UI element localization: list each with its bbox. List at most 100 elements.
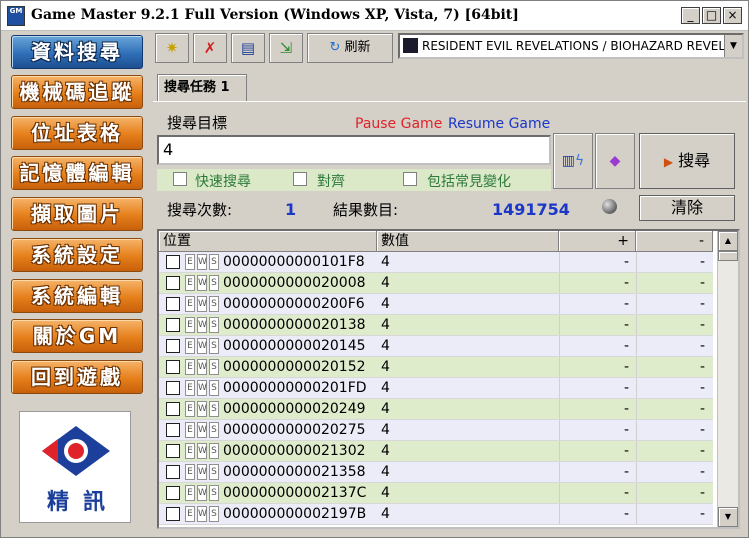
flag-s-icon[interactable]: S xyxy=(209,464,219,480)
nav-system-settings[interactable]: 系統設定 xyxy=(11,238,143,272)
row-checkbox[interactable] xyxy=(166,486,180,500)
flag-w-icon[interactable]: W xyxy=(197,338,207,354)
row-checkbox[interactable] xyxy=(166,465,180,479)
flag-e-icon[interactable]: E xyxy=(185,422,195,438)
table-row[interactable]: E W S 0000000000020152 4 - - xyxy=(159,357,713,378)
search-type-button[interactable]: ▥ϟ xyxy=(553,133,593,189)
row-checkbox[interactable] xyxy=(166,423,180,437)
clear-button[interactable]: 清除 xyxy=(639,195,735,221)
nav-system-edit[interactable]: 系統編輯 xyxy=(11,279,143,313)
flag-e-icon[interactable]: E xyxy=(185,485,195,501)
row-value[interactable]: 4 xyxy=(381,273,390,293)
flag-s-icon[interactable]: S xyxy=(209,485,219,501)
row-value[interactable]: 4 xyxy=(381,336,390,356)
fast-search-checkbox[interactable] xyxy=(173,172,187,186)
table-row[interactable]: E W S 00000000000200F6 4 - - xyxy=(159,294,713,315)
column-header-value[interactable]: 數值 xyxy=(377,231,559,251)
table-row[interactable]: E W S 000000000002137C 4 - - xyxy=(159,483,713,504)
flag-s-icon[interactable]: S xyxy=(209,254,219,270)
flag-e-icon[interactable]: E xyxy=(185,443,195,459)
row-value[interactable]: 4 xyxy=(381,252,390,272)
flag-w-icon[interactable]: W xyxy=(197,254,207,270)
flag-s-icon[interactable]: S xyxy=(209,506,219,522)
new-search-button[interactable]: ✷ xyxy=(155,33,189,63)
flag-e-icon[interactable]: E xyxy=(185,317,195,333)
flag-e-icon[interactable]: E xyxy=(185,338,195,354)
nav-back-to-game[interactable]: 回到遊戲 xyxy=(11,360,143,394)
flag-e-icon[interactable]: E xyxy=(185,254,195,270)
refresh-button[interactable]: ↻ 刷新 xyxy=(307,33,393,63)
flag-w-icon[interactable]: W xyxy=(197,464,207,480)
eraser-button[interactable]: ◆ xyxy=(595,133,635,189)
title-bar[interactable]: GM Game Master 9.2.1 Full Version (Windo… xyxy=(1,1,748,31)
maximize-button[interactable]: □ xyxy=(702,7,721,24)
flag-e-icon[interactable]: E xyxy=(185,359,195,375)
scroll-up-icon[interactable]: ▲ xyxy=(718,231,738,251)
delete-button[interactable]: ✗ xyxy=(193,33,227,63)
table-row[interactable]: E W S 00000000000101F8 4 - - xyxy=(159,252,713,273)
search-input[interactable]: 4 xyxy=(157,135,551,165)
flag-w-icon[interactable]: W xyxy=(197,422,207,438)
row-value[interactable]: 4 xyxy=(381,420,390,440)
align-checkbox[interactable] xyxy=(293,172,307,186)
scroll-thumb[interactable] xyxy=(718,251,738,261)
row-value[interactable]: 4 xyxy=(381,399,390,419)
column-header-plus[interactable]: + xyxy=(559,231,636,251)
tab-search-task-1[interactable]: 搜尋任務 1 xyxy=(157,74,247,102)
flag-w-icon[interactable]: W xyxy=(197,359,207,375)
column-header-minus[interactable]: - xyxy=(636,231,713,251)
flag-e-icon[interactable]: E xyxy=(185,380,195,396)
flag-s-icon[interactable]: S xyxy=(209,380,219,396)
table-row[interactable]: E W S 0000000000021302 4 - - xyxy=(159,441,713,462)
nav-memory-edit[interactable]: 記憶體編輯 xyxy=(11,156,143,190)
row-value[interactable]: 4 xyxy=(381,483,390,503)
nav-capture-image[interactable]: 擷取圖片 xyxy=(11,197,143,231)
search-button[interactable]: ▶ 搜尋 xyxy=(639,133,735,189)
table-row[interactable]: E W S 00000000000201FD 4 - - xyxy=(159,378,713,399)
flag-e-icon[interactable]: E xyxy=(185,464,195,480)
nav-data-search[interactable]: 資料搜尋 xyxy=(11,35,143,69)
flag-w-icon[interactable]: W xyxy=(197,443,207,459)
flag-w-icon[interactable]: W xyxy=(197,401,207,417)
row-value[interactable]: 4 xyxy=(381,378,390,398)
vertical-scrollbar[interactable]: ▲ ▼ xyxy=(717,231,738,527)
row-checkbox[interactable] xyxy=(166,276,180,290)
table-row[interactable]: E W S 0000000000020145 4 - - xyxy=(159,336,713,357)
table-row[interactable]: E W S 0000000000020138 4 - - xyxy=(159,315,713,336)
column-header-address[interactable]: 位置 xyxy=(159,231,377,251)
flag-w-icon[interactable]: W xyxy=(197,296,207,312)
minimize-button[interactable]: _ xyxy=(681,7,700,24)
flag-s-icon[interactable]: S xyxy=(209,317,219,333)
row-value[interactable]: 4 xyxy=(381,441,390,461)
row-checkbox[interactable] xyxy=(166,360,180,374)
pause-game-link[interactable]: Pause Game xyxy=(355,116,442,132)
close-button[interactable]: × xyxy=(723,7,742,24)
table-row[interactable]: E W S 0000000000020249 4 - - xyxy=(159,399,713,420)
flag-e-icon[interactable]: E xyxy=(185,401,195,417)
flag-s-icon[interactable]: S xyxy=(209,401,219,417)
table-row[interactable]: E W S 0000000000020008 4 - - xyxy=(159,273,713,294)
open-button[interactable]: ▤ xyxy=(231,33,265,63)
flag-w-icon[interactable]: W xyxy=(197,380,207,396)
chevron-down-icon[interactable]: ▼ xyxy=(724,35,742,57)
export-button[interactable]: ⇲ xyxy=(269,33,303,63)
flag-s-icon[interactable]: S xyxy=(209,338,219,354)
row-value[interactable]: 4 xyxy=(381,462,390,482)
flag-e-icon[interactable]: E xyxy=(185,296,195,312)
flag-s-icon[interactable]: S xyxy=(209,359,219,375)
row-checkbox[interactable] xyxy=(166,507,180,521)
row-checkbox[interactable] xyxy=(166,297,180,311)
flag-w-icon[interactable]: W xyxy=(197,485,207,501)
nav-about-gm[interactable]: 關於GM xyxy=(11,319,143,353)
table-row[interactable]: E W S 000000000002197B 4 - - xyxy=(159,504,713,525)
flag-s-icon[interactable]: S xyxy=(209,275,219,291)
flag-w-icon[interactable]: W xyxy=(197,317,207,333)
game-select[interactable]: RESIDENT EVIL REVELATIONS / BIOHAZARD RE… xyxy=(398,33,744,59)
row-value[interactable]: 4 xyxy=(381,357,390,377)
row-checkbox[interactable] xyxy=(166,381,180,395)
table-row[interactable]: E W S 0000000000020275 4 - - xyxy=(159,420,713,441)
row-checkbox[interactable] xyxy=(166,255,180,269)
row-checkbox[interactable] xyxy=(166,318,180,332)
flag-w-icon[interactable]: W xyxy=(197,506,207,522)
scroll-down-icon[interactable]: ▼ xyxy=(718,507,738,527)
